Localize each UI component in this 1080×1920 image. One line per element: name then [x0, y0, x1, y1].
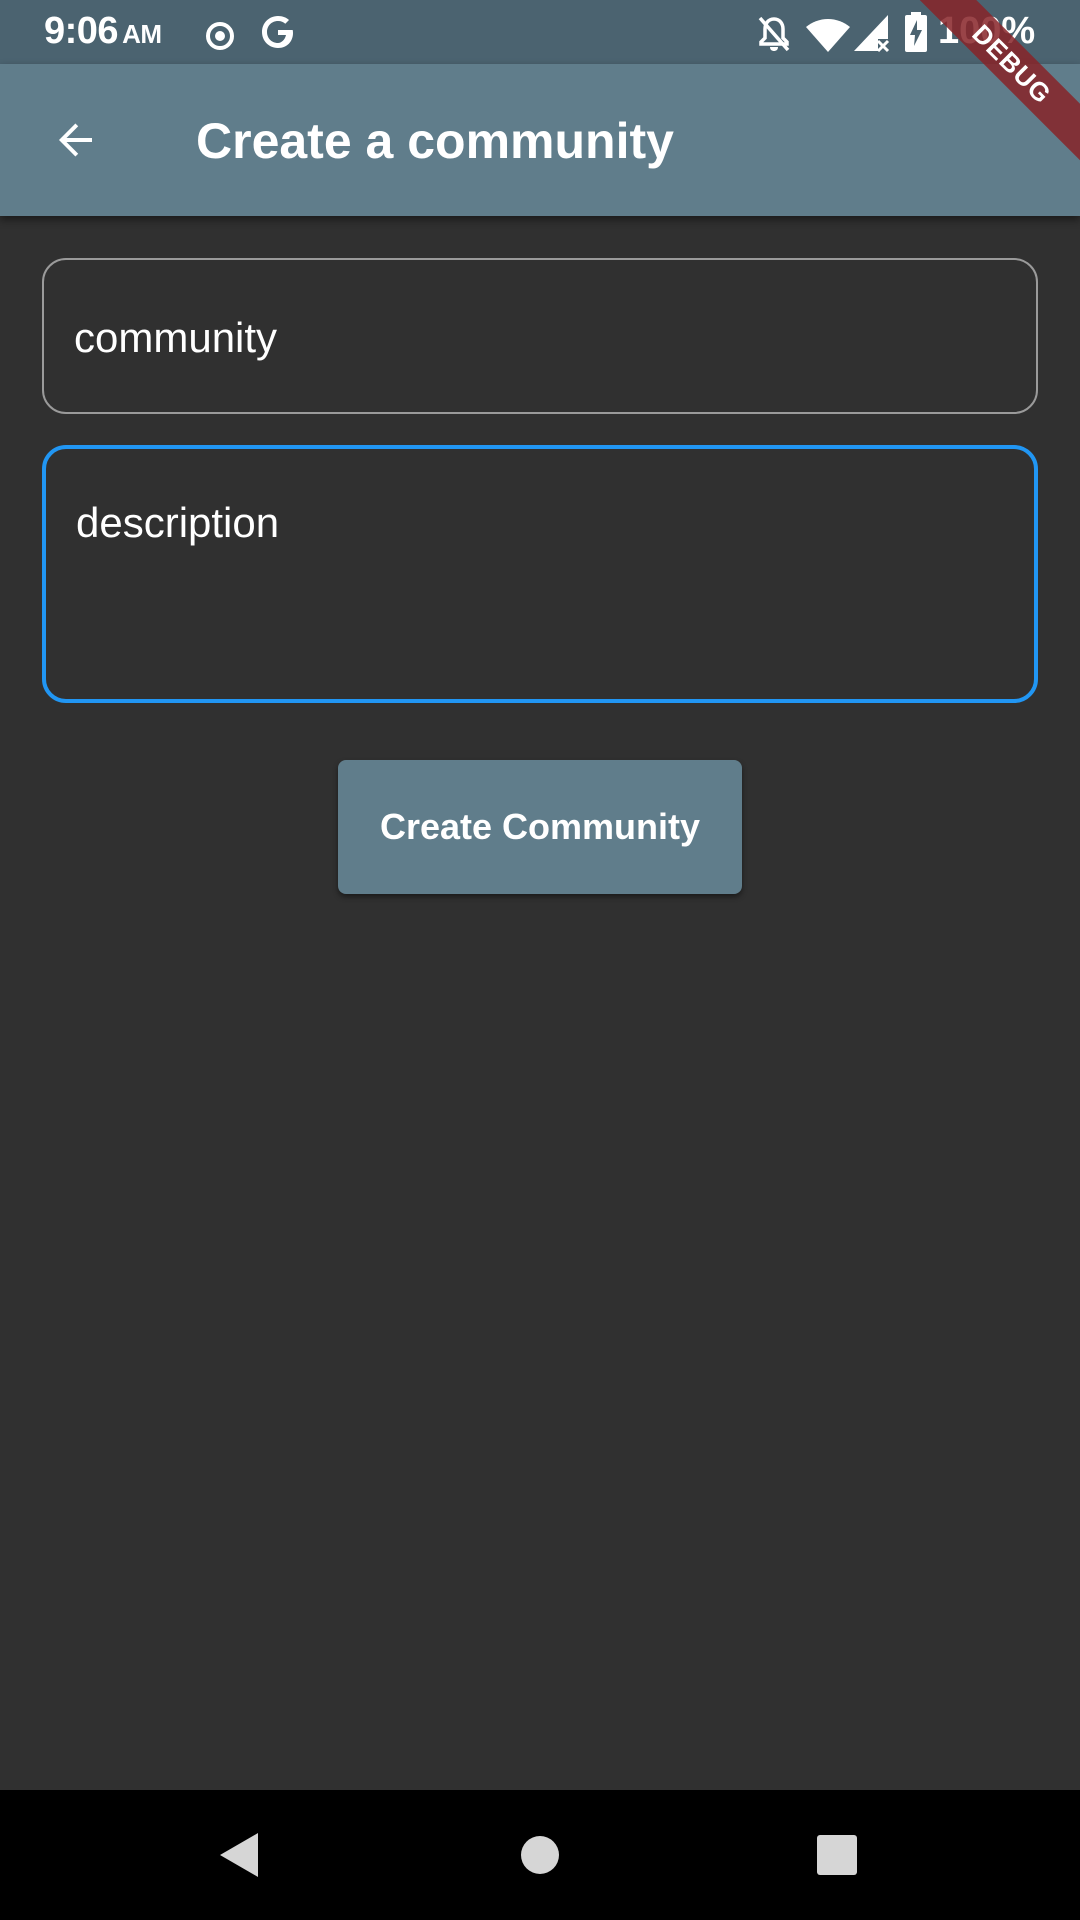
nav-home-icon	[521, 1836, 559, 1874]
page-title: Create a community	[196, 113, 674, 169]
nav-recents-icon	[817, 1835, 857, 1875]
battery-charging-icon	[905, 12, 927, 52]
nav-back-button[interactable]	[200, 1815, 280, 1895]
community-field-placeholder: community	[74, 314, 278, 361]
nav-home-button[interactable]	[500, 1815, 580, 1895]
description-field-placeholder: description	[76, 499, 280, 546]
arrow-back-icon	[59, 123, 92, 157]
location-icon	[206, 22, 234, 50]
status-time: 9:06 AM	[44, 10, 162, 53]
google-icon	[262, 16, 293, 48]
screen: 9:06 AM 100% Create a community DEBUG co…	[0, 0, 1080, 1920]
navigation-bar	[0, 1790, 1080, 1920]
battery-percentage: 100%	[938, 10, 1036, 52]
status-time-value: 9:06	[44, 10, 119, 52]
description-field[interactable]: description	[42, 445, 1038, 703]
status-time-ampm: AM	[122, 19, 162, 49]
community-field[interactable]: community	[42, 258, 1038, 414]
app-bar: Create a community	[0, 64, 1080, 216]
notifications-off-icon	[758, 16, 790, 52]
back-button[interactable]	[36, 100, 116, 180]
cell-signal-icon	[854, 15, 890, 53]
wifi-icon	[806, 19, 850, 52]
create-community-button[interactable]: Create Community	[338, 760, 742, 894]
nav-back-icon	[220, 1833, 258, 1877]
nav-recents-button[interactable]	[797, 1815, 877, 1895]
status-bar: 9:06 AM 100%	[0, 0, 1080, 64]
